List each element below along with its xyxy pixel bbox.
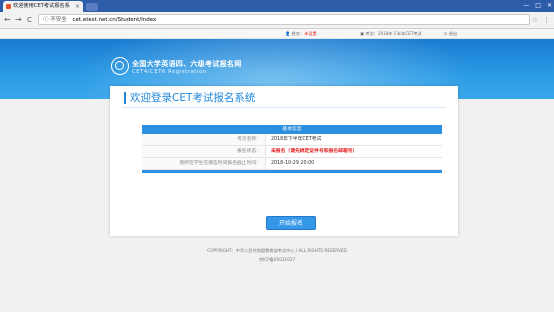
basic-info-table: 基本信息 考次名称： 2018年下半年CET考试 报名状态： 未报名（请先绑定证… bbox=[142, 125, 442, 173]
info-row-status: 报名状态： 未报名（请先绑定证件号和报名邮箱号） bbox=[142, 146, 442, 158]
logout-link[interactable]: ⏻ 退出 bbox=[444, 29, 457, 38]
info-label: 报名状态： bbox=[142, 146, 266, 157]
security-indicator[interactable]: ⓘ 不安全 bbox=[43, 17, 67, 23]
info-label: 考次名称： bbox=[142, 134, 266, 145]
info-label: 我所在学生在哪些时间报名截止时间： bbox=[142, 158, 266, 169]
title-divider bbox=[122, 107, 446, 108]
new-tab-button[interactable] bbox=[86, 3, 98, 11]
url-text: cet.etest.net.cn/Student/Index bbox=[72, 17, 157, 23]
close-window-icon[interactable]: ✕ bbox=[547, 0, 552, 12]
reload-icon[interactable]: C bbox=[27, 14, 32, 26]
page: 👤 姓名：未设置 ▣ 考次：2018年下半年CET考试 ⏻ 退出 全国大学英语四… bbox=[0, 29, 554, 312]
cet-logo-icon bbox=[111, 57, 129, 75]
info-row-deadline: 我所在学生在哪些时间报名截止时间： 2018-10-29 20:00 bbox=[142, 158, 442, 170]
user-icon: 👤 bbox=[285, 31, 291, 36]
address-bar: ← → C ⓘ 不安全 cet.etest.net.cn/Student/Ind… bbox=[0, 12, 554, 29]
info-value: 2018年下半年CET考试 bbox=[271, 137, 322, 142]
minimize-icon[interactable]: — bbox=[523, 0, 529, 12]
site-subtitle: CET4/CET6 Registration bbox=[132, 69, 207, 75]
logout-icon: ⏻ bbox=[444, 31, 448, 36]
url-input[interactable]: ⓘ 不安全 cet.etest.net.cn/Student/Index bbox=[38, 14, 530, 25]
favicon-icon bbox=[6, 4, 11, 9]
tab-title: 欢迎使用CET考试报名系 bbox=[13, 3, 70, 9]
tab-close-icon[interactable]: × bbox=[75, 1, 80, 12]
maximize-icon[interactable]: □ bbox=[535, 0, 541, 12]
page-footer: COPYRIGHT：中华人民共和国教育部考试中心 / ALL RIGHTS RE… bbox=[0, 246, 554, 264]
status-value: 未报名（请先绑定证件号和报名邮箱号） bbox=[271, 149, 358, 154]
copyright-text: COPYRIGHT：中华人民共和国教育部考试中心 / ALL RIGHTS RE… bbox=[207, 248, 347, 253]
page-title: 欢迎登录CET考试报名系统 bbox=[124, 92, 255, 104]
exam-session: ▣ 考次：2018年下半年CET考试 bbox=[360, 31, 422, 36]
info-row-exam: 考次名称： 2018年下半年CET考试 bbox=[142, 134, 442, 146]
site-title: 全国大学英语四、六级考试报名网 bbox=[132, 60, 242, 68]
user-name: 👤 姓名：未设置 bbox=[285, 31, 317, 36]
info-value: 2018-10-29 20:00 bbox=[271, 161, 315, 166]
start-registration-button[interactable]: 开始报名 bbox=[266, 216, 316, 230]
icp-text: 京ICP备05031027 bbox=[258, 257, 296, 262]
exam-icon: ▣ bbox=[360, 31, 364, 36]
forward-arrow-icon[interactable]: → bbox=[15, 14, 22, 26]
browser-menu-icon[interactable]: ⋮ bbox=[543, 14, 550, 26]
browser-tabstrip: 欢迎使用CET考试报名系 × — □ ✕ bbox=[0, 0, 554, 12]
welcome-card: 欢迎登录CET考试报名系统 基本信息 考次名称： 2018年下半年CET考试 报… bbox=[110, 86, 458, 236]
bookmark-star-icon[interactable]: ☆ bbox=[532, 14, 538, 26]
info-footer-bar bbox=[142, 170, 442, 173]
info-header: 基本信息 bbox=[142, 125, 442, 134]
browser-tab[interactable]: 欢迎使用CET考试报名系 × bbox=[3, 1, 83, 12]
top-user-bar: 👤 姓名：未设置 ▣ 考次：2018年下半年CET考试 ⏻ 退出 bbox=[0, 29, 554, 39]
back-arrow-icon[interactable]: ← bbox=[4, 14, 11, 26]
window-controls: — □ ✕ bbox=[523, 0, 552, 12]
